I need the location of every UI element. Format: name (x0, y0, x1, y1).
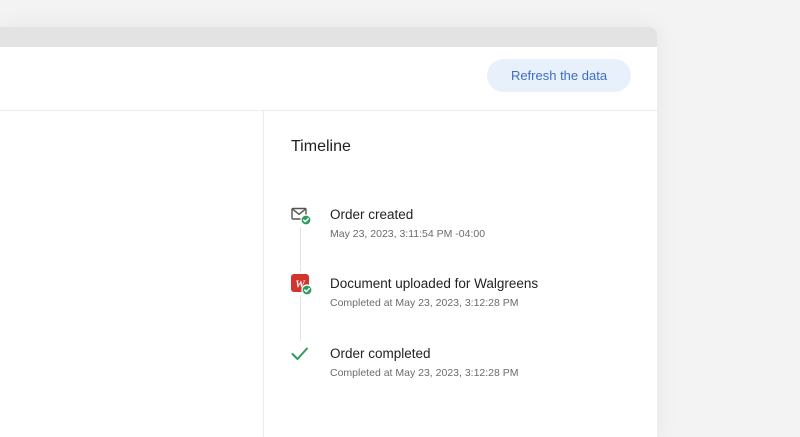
page-header: Refresh the data (0, 47, 657, 111)
timeline-item-timestamp: May 23, 2023, 3:11:54 PM -04:00 (330, 228, 486, 240)
walgreens-logo-icon: W (290, 273, 313, 296)
refresh-data-button[interactable]: Refresh the data (487, 59, 631, 92)
envelope-check-icon (290, 205, 312, 227)
timeline-connector (300, 295, 301, 341)
timeline-connector (300, 227, 301, 271)
timeline-item-timestamp: Completed at May 23, 2023, 3:12:28 PM (330, 367, 519, 379)
timeline-panel: Timeline Order created May 23, 2023, 3:1… (264, 111, 657, 437)
timeline-item-title: Document uploaded for Walgreens (330, 276, 539, 291)
timeline-item-title: Order completed (330, 346, 431, 361)
details-panel (0, 111, 264, 437)
window-title-bar (0, 27, 657, 47)
timeline-item-timestamp: Completed at May 23, 2023, 3:12:28 PM (330, 297, 519, 309)
timeline-item-title: Order created (330, 207, 414, 222)
timeline-heading: Timeline (291, 138, 351, 155)
app-window: Refresh the data Timeline Order created … (0, 27, 657, 437)
checkmark-icon (290, 343, 312, 365)
